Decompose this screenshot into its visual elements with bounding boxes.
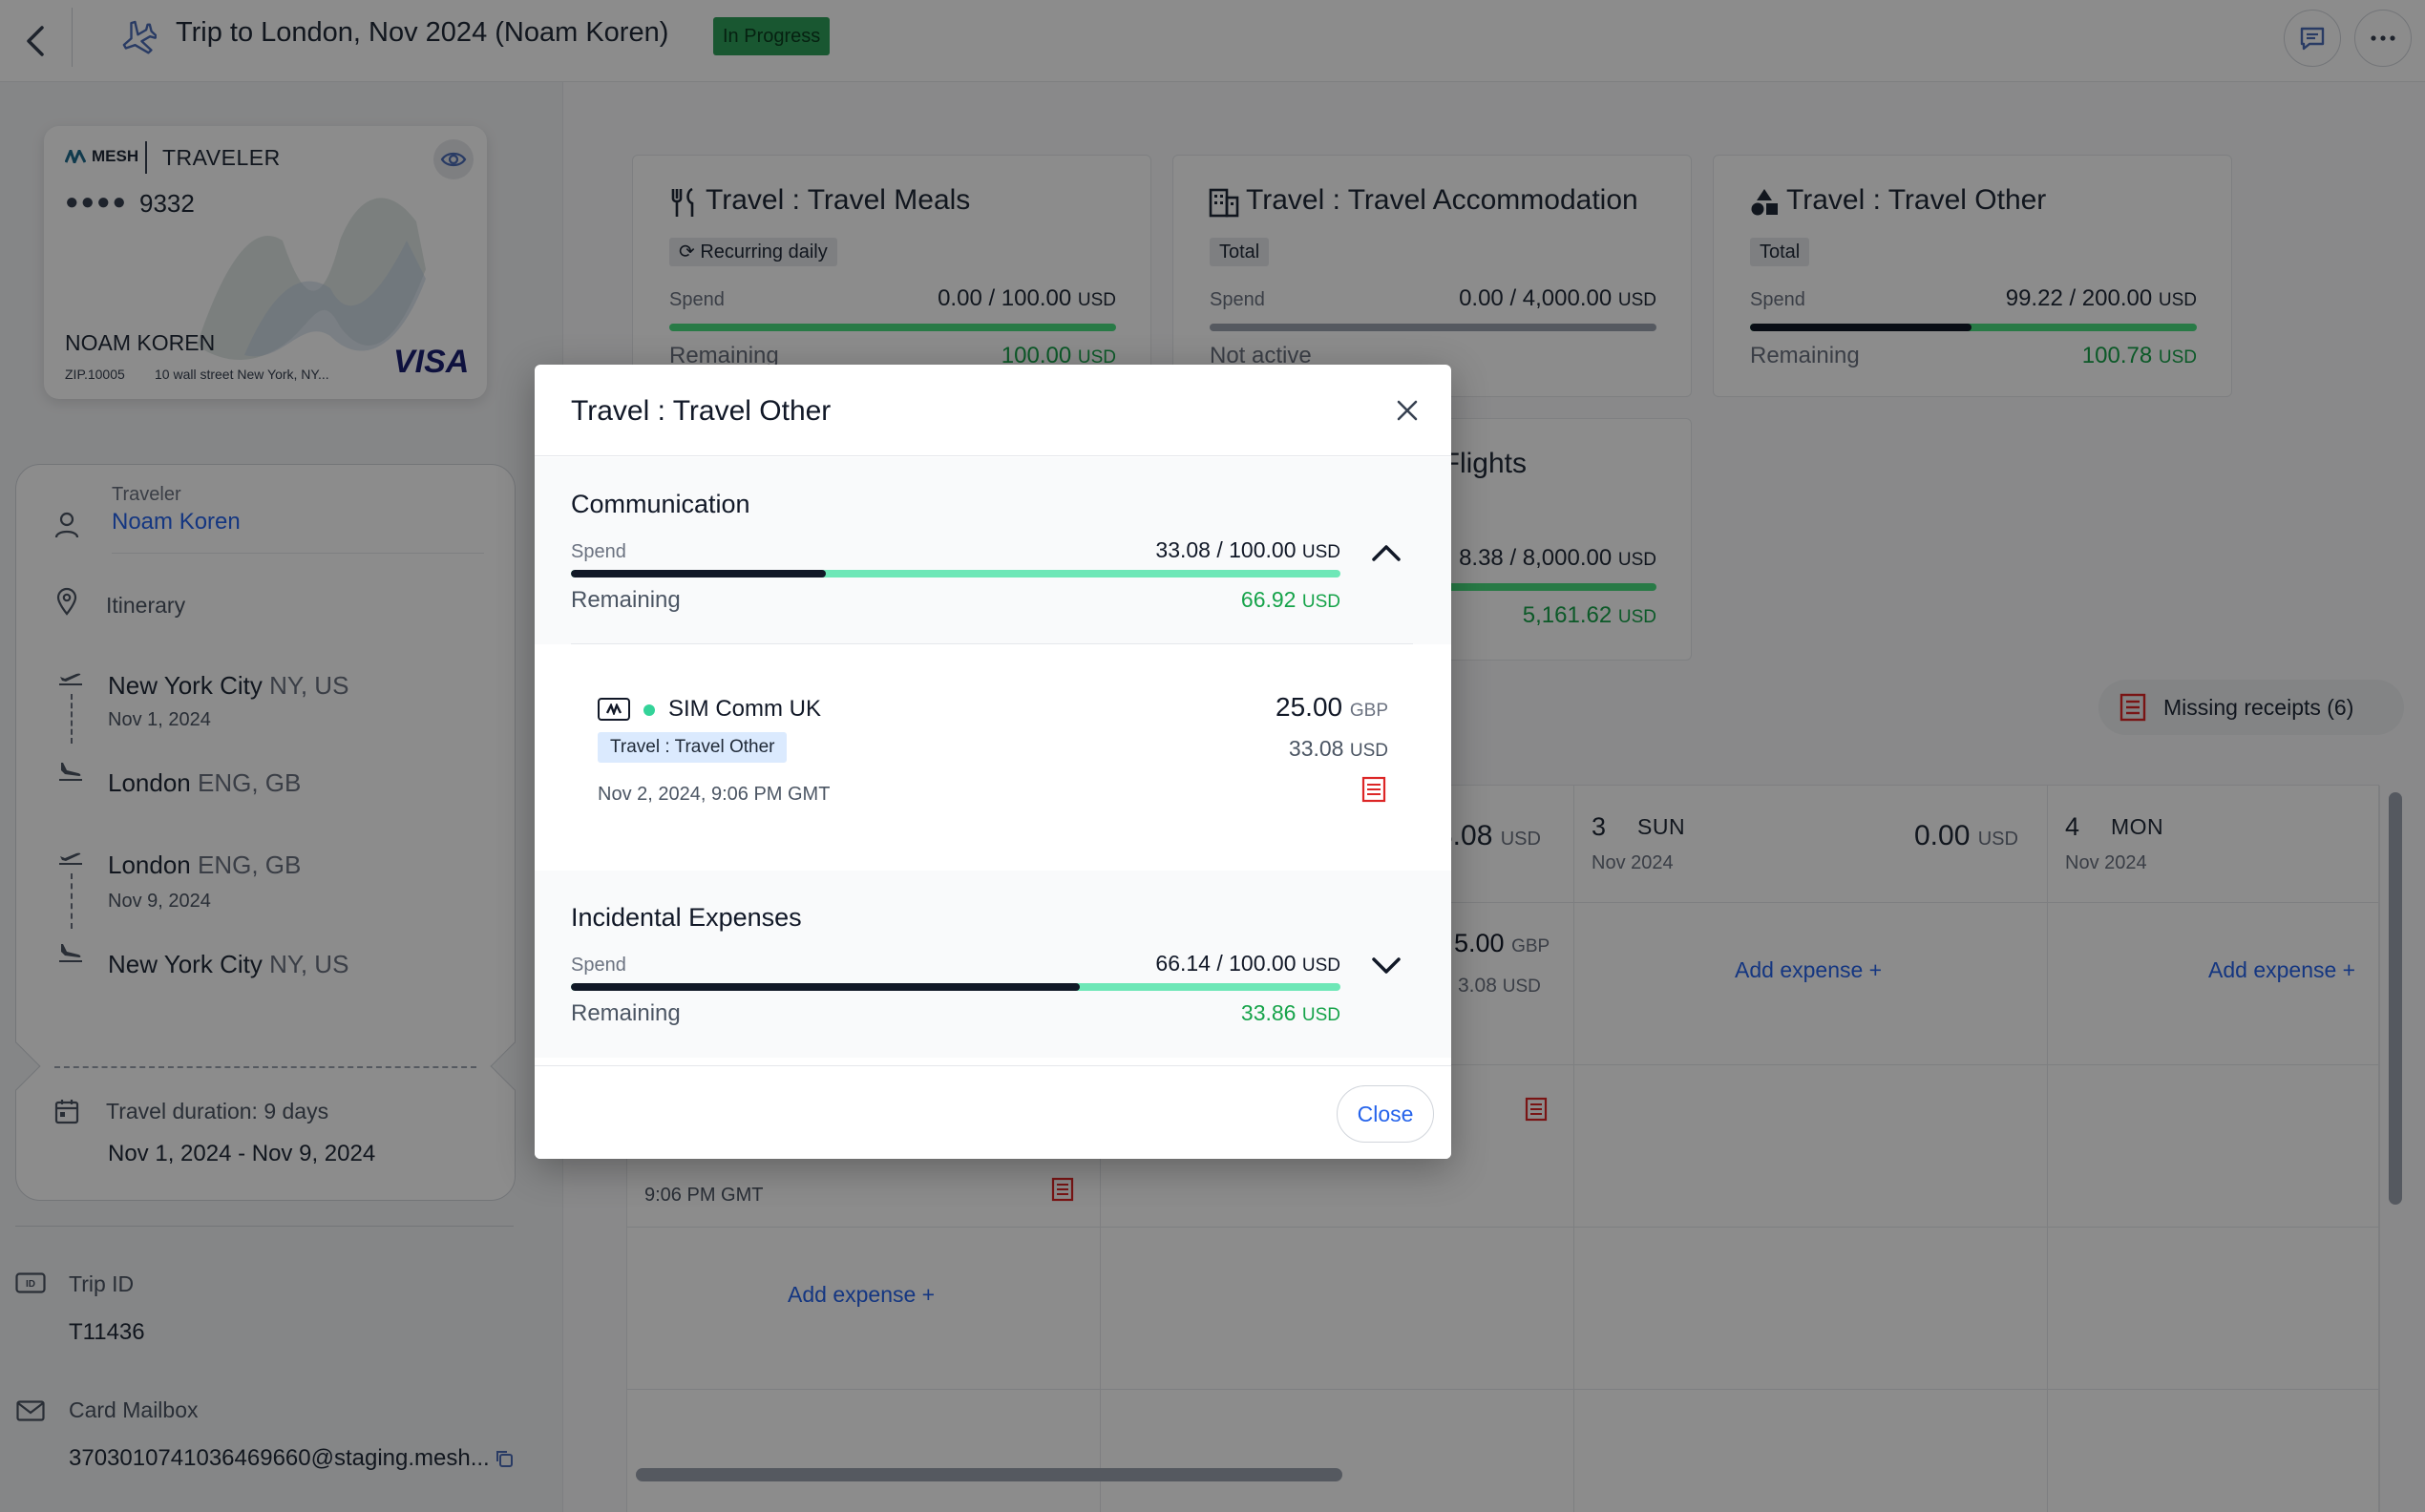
budget-section-incidental: Incidental Expenses Spend 66.14 / 100.00… (535, 871, 1451, 1058)
close-icon (1397, 400, 1418, 421)
modal-header: Travel : Travel Other (535, 365, 1451, 456)
remaining-amount: 33.86 (1240, 1000, 1297, 1025)
credit-card-icon (598, 698, 630, 721)
section-title: Communication (571, 490, 750, 518)
category-tag: Travel : Travel Other (598, 732, 788, 763)
spend-amount: 33.08 / 100.00 (1155, 537, 1297, 562)
spend-progress-fill (571, 983, 1080, 991)
transaction-date: Nov 2, 2024, 9:06 PM GMT (598, 784, 831, 805)
remaining-currency: USD (1301, 1005, 1340, 1025)
chevron-down-icon (1372, 957, 1401, 974)
transaction-row[interactable]: SIM Comm UK Travel : Travel Other Nov 2,… (571, 643, 1413, 815)
transaction-amount-value: 25.00 (1276, 692, 1343, 722)
spend-currency: USD (1301, 956, 1340, 976)
spend-label: Spend (571, 541, 626, 562)
transaction-amount-currency: GBP (1349, 701, 1388, 721)
status-dot (643, 704, 655, 716)
remaining-label: Remaining (571, 1000, 681, 1026)
transaction-amount: 25.00 GBP (1276, 692, 1388, 723)
remaining-value: 33.86 USD (1107, 1000, 1340, 1026)
remaining-value: 66.92 USD (1107, 587, 1340, 613)
remaining-amount: 66.92 (1240, 587, 1297, 612)
section-title: Incidental Expenses (571, 903, 802, 932)
spend-progress-bar (571, 983, 1340, 991)
spend-amount: 66.14 / 100.00 (1155, 951, 1297, 976)
modal-title: Travel : Travel Other (571, 395, 832, 427)
spend-label: Spend (571, 955, 626, 976)
modal-footer: Close (535, 1065, 1451, 1159)
remaining-label: Remaining (571, 587, 681, 613)
spend-value: 66.14 / 100.00 USD (1012, 951, 1340, 976)
transaction-converted: 33.08 USD (1289, 736, 1388, 762)
spend-currency: USD (1301, 542, 1340, 562)
transaction-converted-value: 33.08 (1288, 736, 1344, 761)
transaction-converted-currency: USD (1349, 741, 1388, 761)
spend-value: 33.08 / 100.00 USD (1012, 537, 1340, 563)
chevron-up-icon (1372, 545, 1401, 561)
close-button[interactable]: Close (1337, 1085, 1434, 1143)
remaining-currency: USD (1301, 592, 1340, 612)
spend-progress-bar (571, 570, 1340, 578)
receipt-missing-icon[interactable] (1361, 776, 1386, 803)
modal-close-x-button[interactable] (1390, 393, 1424, 428)
budget-detail-modal: Travel : Travel Other Communication Spen… (535, 365, 1451, 1159)
spend-progress-fill (571, 570, 826, 578)
budget-section-communication: Communication Spend 33.08 / 100.00 USD R… (535, 457, 1451, 644)
merchant-name: SIM Comm UK (668, 696, 822, 722)
collapse-section-button[interactable] (1367, 534, 1405, 572)
expand-section-button[interactable] (1367, 947, 1405, 985)
